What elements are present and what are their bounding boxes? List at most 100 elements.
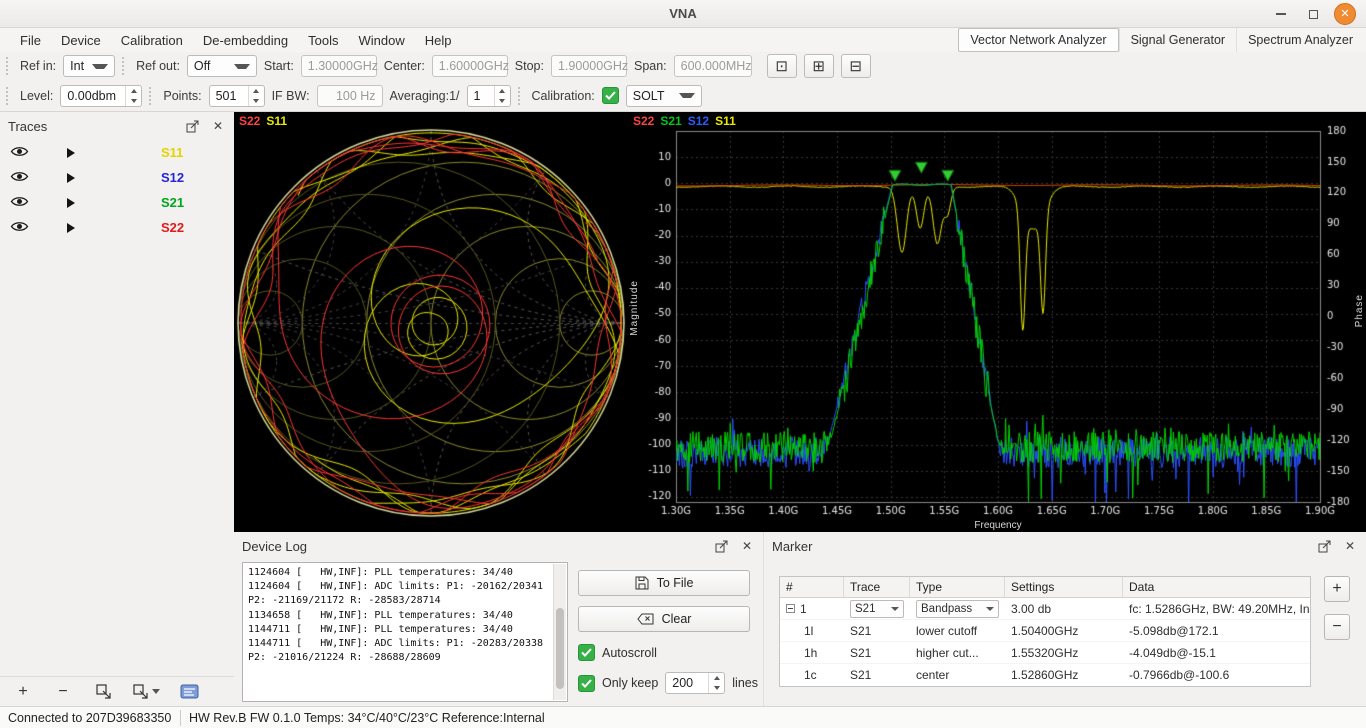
- only-keep-checkbox[interactable]: [578, 675, 595, 692]
- collapse-expander-icon[interactable]: [786, 604, 795, 613]
- marker-settings-cell[interactable]: 1.55320GHz: [1005, 646, 1123, 660]
- marker-settings-cell[interactable]: 1.52860GHz: [1005, 668, 1123, 682]
- expand-arrow-icon[interactable]: [67, 173, 75, 183]
- close-panel-button[interactable]: ✕: [210, 118, 226, 134]
- spin-up-icon[interactable]: [495, 86, 510, 96]
- zoom-out-button[interactable]: ⊟: [841, 54, 871, 78]
- console-button[interactable]: [178, 680, 200, 704]
- tab-signal-generator[interactable]: Signal Generator: [1119, 28, 1237, 52]
- menu-help[interactable]: Help: [415, 30, 462, 51]
- float-panel-button[interactable]: [184, 118, 200, 134]
- menu-window[interactable]: Window: [349, 30, 415, 51]
- marker-settings-cell[interactable]: 1.50400GHz: [1005, 624, 1123, 638]
- log-clear-button[interactable]: Clear: [578, 606, 750, 632]
- span-field[interactable]: 600.000MHz: [674, 55, 752, 77]
- legend-s21[interactable]: S21: [660, 114, 681, 128]
- expand-arrow-icon[interactable]: [67, 148, 75, 158]
- minimize-button[interactable]: [1270, 3, 1292, 25]
- float-panel-button[interactable]: [713, 538, 729, 554]
- trace-label-s12[interactable]: S12: [161, 170, 184, 185]
- averaging-spinner[interactable]: 1: [467, 85, 511, 107]
- toolbar-grip[interactable]: [518, 87, 523, 105]
- legend-s22[interactable]: S22: [633, 114, 654, 128]
- magnitude-chart-canvas[interactable]: [628, 112, 1366, 532]
- level-spinner[interactable]: 0.00dbm: [60, 85, 142, 107]
- toolbar-grip[interactable]: [122, 57, 127, 75]
- remove-trace-button[interactable]: −: [52, 680, 74, 704]
- marker-type-select[interactable]: Bandpass: [916, 600, 999, 618]
- menu-tools[interactable]: Tools: [298, 30, 348, 51]
- calibration-select[interactable]: SOLT: [626, 85, 702, 107]
- menu-device[interactable]: Device: [51, 30, 111, 51]
- zoom-in-button[interactable]: ⊞: [804, 54, 834, 78]
- spin-down-icon[interactable]: [249, 96, 264, 106]
- add-trace-button[interactable]: +: [12, 680, 34, 704]
- marker-row[interactable]: 1h S21 higher cut... 1.55320GHz -4.049db…: [780, 642, 1310, 664]
- spin-up-icon[interactable]: [709, 673, 724, 683]
- toolbar-grip[interactable]: [6, 87, 11, 105]
- close-button[interactable]: ✕: [1334, 3, 1356, 25]
- marker-row[interactable]: 1c S21 center 1.52860GHz -0.7966db@-100.…: [780, 664, 1310, 686]
- float-panel-icon: [715, 540, 728, 553]
- column-header-data[interactable]: Data: [1123, 577, 1310, 597]
- column-header-settings[interactable]: Settings: [1005, 577, 1123, 597]
- scrollbar-thumb[interactable]: [556, 608, 564, 690]
- float-panel-button[interactable]: [1316, 538, 1332, 554]
- export-menu-button[interactable]: [132, 680, 160, 704]
- smith-chart-canvas[interactable]: [234, 112, 628, 532]
- remove-marker-button[interactable]: −: [1324, 614, 1350, 640]
- close-panel-button[interactable]: ✕: [1342, 538, 1358, 554]
- calibration-checkbox[interactable]: [602, 87, 619, 104]
- ref-out-select[interactable]: Off: [187, 55, 257, 77]
- only-keep-spinner[interactable]: 200: [665, 672, 725, 694]
- trace-label-s22[interactable]: S22: [161, 220, 184, 235]
- visibility-eye-icon[interactable]: [10, 220, 29, 236]
- trace-label-s21[interactable]: S21: [161, 195, 184, 210]
- tab-spectrum-analyzer[interactable]: Spectrum Analyzer: [1236, 28, 1364, 52]
- marker-row[interactable]: 1l S21 lower cutoff 1.50400GHz -5.098db@…: [780, 620, 1310, 642]
- marker-row[interactable]: 1 S21 Bandpass 3.00 db fc: 1.5286GHz, BW…: [780, 598, 1310, 620]
- legend-s22[interactable]: S22: [239, 114, 260, 128]
- add-marker-button[interactable]: +: [1324, 576, 1350, 602]
- expand-arrow-icon[interactable]: [67, 198, 75, 208]
- log-to-file-button[interactable]: To File: [578, 570, 750, 596]
- trace-label-s11[interactable]: S11: [161, 145, 183, 160]
- menu-de-embedding[interactable]: De-embedding: [193, 30, 298, 51]
- spin-up-icon[interactable]: [126, 86, 141, 96]
- ifbw-field[interactable]: 100 Hz: [317, 85, 383, 107]
- spin-down-icon[interactable]: [126, 96, 141, 106]
- legend-s12[interactable]: S12: [688, 114, 709, 128]
- column-header-id[interactable]: #: [780, 577, 844, 597]
- expand-arrow-icon[interactable]: [67, 223, 75, 233]
- spin-down-icon[interactable]: [495, 96, 510, 106]
- log-scrollbar[interactable]: [553, 564, 566, 700]
- legend-s11[interactable]: S11: [266, 114, 287, 128]
- spin-up-icon[interactable]: [249, 86, 264, 96]
- ref-in-select[interactable]: Int: [63, 55, 115, 77]
- device-log-textarea[interactable]: 1124604 [ HW,INF]: PLL temperatures: 34/…: [242, 562, 568, 702]
- close-panel-button[interactable]: ✕: [739, 538, 755, 554]
- menu-calibration[interactable]: Calibration: [111, 30, 193, 51]
- marker-settings-cell[interactable]: 3.00 db: [1005, 602, 1123, 616]
- autoscroll-row: Autoscroll: [578, 644, 657, 661]
- screenshot-button[interactable]: [92, 680, 114, 704]
- visibility-eye-icon[interactable]: [10, 145, 29, 161]
- spin-down-icon[interactable]: [709, 683, 724, 693]
- visibility-eye-icon[interactable]: [10, 195, 29, 211]
- column-header-type[interactable]: Type: [910, 577, 1005, 597]
- column-header-trace[interactable]: Trace: [844, 577, 910, 597]
- toolbar-grip[interactable]: [6, 57, 11, 75]
- points-spinner[interactable]: 501: [209, 85, 265, 107]
- scale-button[interactable]: ⊡: [767, 54, 797, 78]
- start-field[interactable]: 1.30000GHz: [301, 55, 377, 77]
- visibility-eye-icon[interactable]: [10, 170, 29, 186]
- autoscroll-checkbox[interactable]: [578, 644, 595, 661]
- toolbar-grip[interactable]: [149, 87, 154, 105]
- center-field[interactable]: 1.60000GHz: [432, 55, 508, 77]
- legend-s11[interactable]: S11: [715, 114, 736, 128]
- menu-file[interactable]: File: [10, 30, 51, 51]
- marker-trace-select[interactable]: S21: [850, 600, 904, 618]
- maximize-button[interactable]: [1302, 3, 1324, 25]
- stop-field[interactable]: 1.90000GHz: [551, 55, 627, 77]
- tab-vector-network-analyzer[interactable]: Vector Network Analyzer: [958, 28, 1118, 52]
